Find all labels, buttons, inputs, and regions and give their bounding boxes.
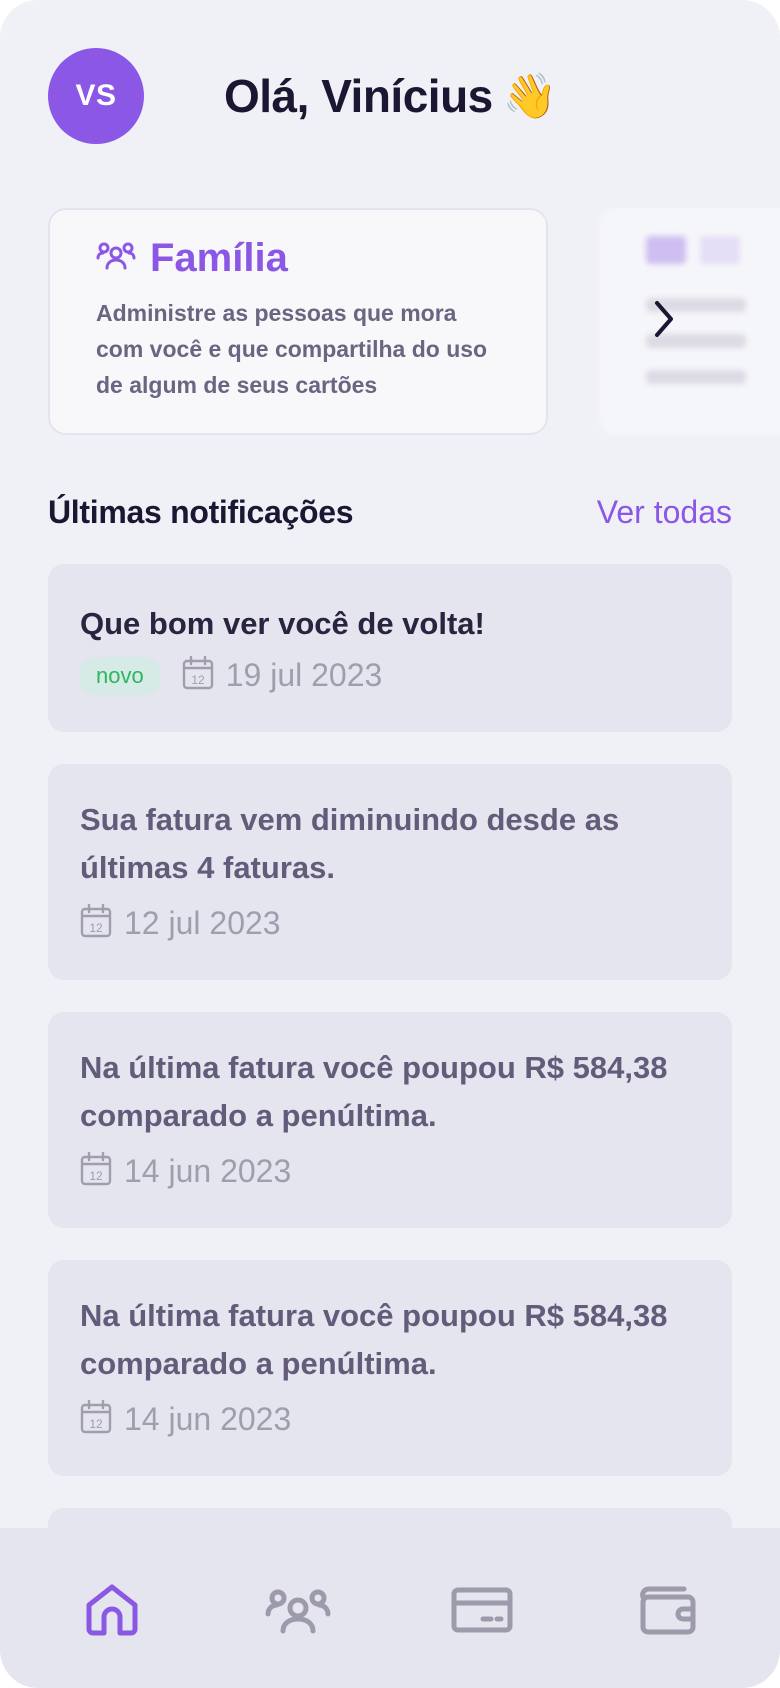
svg-text:12: 12 bbox=[89, 921, 103, 935]
next-card-title-placeholder bbox=[700, 236, 740, 264]
notifications-header: Últimas notificações Ver todas bbox=[48, 494, 732, 531]
nav-family[interactable] bbox=[262, 1582, 334, 1642]
notification-meta: 12 14 jun 2023 bbox=[80, 1399, 700, 1439]
notification-meta: 12 14 jun 2023 bbox=[80, 1151, 700, 1191]
notification-title: Que bom ver você de volta! bbox=[80, 606, 485, 641]
waving-hand-icon: 👋 bbox=[502, 72, 558, 121]
calendar-icon: 12 bbox=[80, 903, 112, 943]
notification-date: 14 jun 2023 bbox=[124, 1401, 292, 1437]
notification-meta: novo 12 19 jul 2023 bbox=[80, 655, 700, 695]
card-icon bbox=[646, 236, 686, 264]
avatar[interactable]: VS bbox=[48, 48, 144, 144]
card-icon bbox=[451, 1587, 513, 1638]
family-card[interactable]: Família Administre as pessoas que mora c… bbox=[48, 208, 548, 435]
notification-card[interactable]: Na última fatura você poupou R$ 584,38 c… bbox=[48, 1260, 732, 1476]
notification-title: Na última fatura você poupou R$ 584,38 c… bbox=[80, 1298, 668, 1381]
notification-title: Sua fatura vem diminuindo desde as últim… bbox=[80, 802, 620, 885]
nav-home[interactable] bbox=[76, 1582, 148, 1642]
notification-title: Na última fatura você poupou R$ 584,38 c… bbox=[80, 1050, 668, 1133]
home-screen: VS Olá, Vinícius 👋 Família Administre as… bbox=[0, 0, 780, 1688]
greeting-text: Olá, Vinícius bbox=[224, 70, 493, 122]
bottom-navigation bbox=[0, 1528, 780, 1688]
notification-card[interactable]: Na última fatura você poupou R$ 584,38 c… bbox=[48, 1012, 732, 1228]
notification-card[interactable]: Sua fatura vem diminuindo desde as últim… bbox=[48, 764, 732, 980]
notification-date: 14 jun 2023 bbox=[124, 1153, 292, 1189]
notification-date: 12 jul 2023 bbox=[124, 905, 281, 941]
calendar-icon: 12 bbox=[80, 1399, 112, 1439]
section-title: Últimas notificações bbox=[48, 494, 354, 530]
header: VS Olá, Vinícius 👋 bbox=[48, 48, 558, 144]
family-card-header: Família bbox=[96, 236, 500, 281]
greeting: Olá, Vinícius 👋 bbox=[224, 69, 558, 123]
people-icon bbox=[265, 1586, 331, 1639]
svg-text:12: 12 bbox=[191, 673, 205, 687]
next-card-text-line bbox=[646, 370, 746, 384]
next-card-preview[interactable] bbox=[600, 208, 780, 435]
calendar-icon: 12 bbox=[80, 1151, 112, 1191]
family-card-title: Família bbox=[150, 236, 288, 280]
chevron-right-icon[interactable] bbox=[644, 294, 684, 344]
family-card-description: Administre as pessoas que mora com você … bbox=[96, 300, 488, 398]
calendar-icon: 12 bbox=[182, 655, 214, 695]
wallet-icon bbox=[640, 1585, 696, 1640]
svg-text:12: 12 bbox=[89, 1169, 103, 1183]
notification-meta: 12 12 jul 2023 bbox=[80, 903, 700, 943]
notification-date: 19 jul 2023 bbox=[225, 657, 383, 693]
home-icon bbox=[84, 1583, 140, 1642]
new-badge: novo bbox=[80, 656, 160, 695]
nav-cards[interactable] bbox=[446, 1582, 518, 1642]
nav-wallet[interactable] bbox=[632, 1582, 704, 1642]
see-all-link[interactable]: Ver todas bbox=[597, 494, 732, 531]
people-icon bbox=[96, 240, 136, 277]
notification-card[interactable]: Que bom ver você de volta! novo 12 19 ju… bbox=[48, 564, 732, 732]
feature-carousel: Família Administre as pessoas que mora c… bbox=[48, 208, 780, 436]
svg-text:12: 12 bbox=[89, 1417, 103, 1431]
